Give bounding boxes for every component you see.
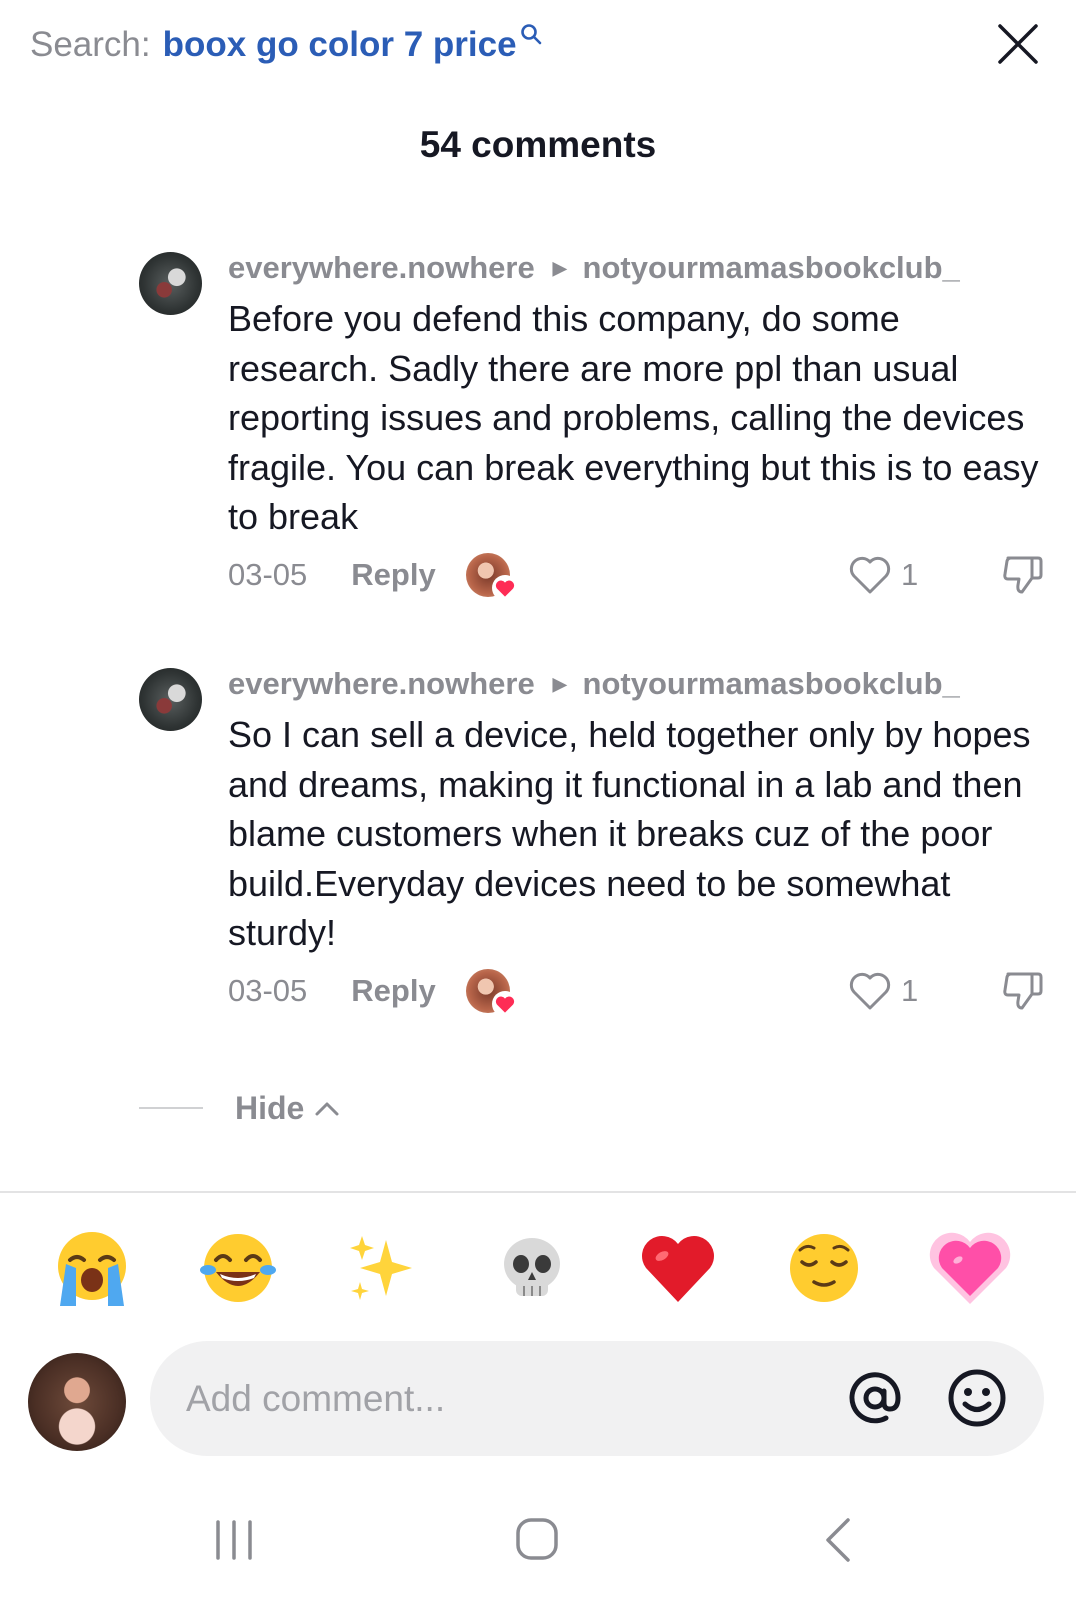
search-header[interactable]: Search: boox go color 7 price [30, 22, 543, 68]
search-prefix: Search: [30, 25, 151, 64]
heart-badge-icon [491, 575, 518, 601]
reply-arrow-icon: ▶ [552, 257, 567, 278]
comment-input[interactable]: Add comment... [150, 1341, 1044, 1456]
comment-reply-to[interactable]: notyourmamasbookclub_ [583, 666, 960, 702]
comment-date: 03-05 [228, 557, 308, 592]
comment-header: everywhere.nowhere ▶ notyourmamasbookclu… [228, 250, 960, 286]
avatar[interactable] [139, 252, 202, 315]
home-icon[interactable] [514, 1516, 560, 1562]
reply-button[interactable]: Reply [351, 557, 435, 593]
smiley-icon[interactable] [946, 1367, 1008, 1429]
current-user-avatar [28, 1353, 126, 1451]
hide-replies-label[interactable]: Hide [235, 1090, 304, 1127]
system-nav-bar [0, 1510, 1076, 1580]
comment-count-title: 54 comments [419, 124, 657, 165]
comment-meta: 03-05 Reply [228, 966, 518, 1017]
sparkling-heart-icon[interactable] [928, 1226, 1012, 1310]
heart-outline-icon[interactable] [847, 554, 893, 596]
creator-liked-avatar [465, 553, 518, 601]
thumbs-down-icon[interactable] [1000, 552, 1046, 598]
comment-header: everywhere.nowhere ▶ notyourmamasbookclu… [228, 666, 960, 702]
face-with-tears-of-joy-icon[interactable] [196, 1226, 280, 1310]
quick-emoji-bar [0, 1226, 1076, 1310]
like-button[interactable]: 1 [847, 550, 918, 600]
thumbs-down-icon[interactable] [1000, 968, 1046, 1014]
comment-date: 03-05 [228, 973, 308, 1008]
comment-text: So I can sell a device, held together on… [228, 714, 1031, 953]
reply-arrow-icon: ▶ [552, 673, 567, 694]
relieved-face-icon[interactable] [782, 1226, 866, 1310]
comment-author[interactable]: everywhere.nowhere [228, 250, 535, 286]
comment-input-placeholder: Add comment... [186, 1378, 446, 1419]
close-icon[interactable] [996, 22, 1040, 66]
recent-apps-icon[interactable] [214, 1518, 254, 1562]
comment-author[interactable]: everywhere.nowhere [228, 666, 535, 702]
thread-divider [139, 1107, 203, 1109]
creator-liked-avatar [465, 969, 518, 1017]
chevron-up-icon [315, 1102, 339, 1116]
heart-badge-icon [491, 991, 518, 1017]
reply-button[interactable]: Reply [351, 973, 435, 1009]
composer-divider [0, 1191, 1076, 1193]
heart-outline-icon[interactable] [847, 970, 893, 1012]
comment-reply-to[interactable]: notyourmamasbookclub_ [583, 250, 960, 286]
comment-text: Before you defend this company, do some … [228, 298, 1039, 537]
like-button[interactable]: 1 [847, 966, 918, 1016]
sparkles-icon[interactable] [342, 1226, 426, 1310]
back-icon[interactable] [822, 1516, 854, 1564]
at-icon[interactable] [846, 1369, 904, 1427]
red-heart-icon[interactable] [636, 1226, 720, 1310]
magnifier-icon [520, 24, 541, 45]
search-query-link[interactable]: boox go color 7 price [163, 25, 517, 65]
like-count: 1 [901, 557, 919, 592]
avatar[interactable] [139, 668, 202, 731]
hide-replies-button[interactable]: Hide [139, 1086, 340, 1130]
comment-meta: 03-05 Reply [228, 550, 518, 601]
skull-icon[interactable] [490, 1226, 574, 1310]
loudly-crying-face-icon[interactable] [50, 1226, 134, 1310]
like-count: 1 [901, 973, 919, 1008]
